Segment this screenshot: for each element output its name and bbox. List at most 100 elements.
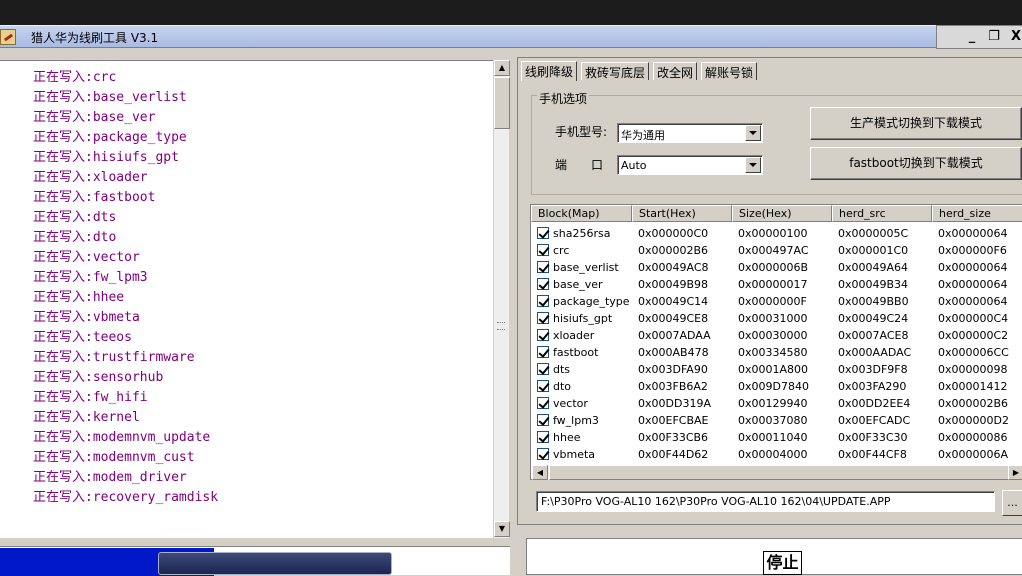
column-header-start[interactable]: Start(Hex)	[632, 205, 732, 222]
log-line: 正在写入:sensorhub	[33, 370, 164, 385]
cell-hsize: 0x00000064	[938, 278, 1008, 291]
table-row[interactable]: vbmeta 0x00F44D62 0x00004000 0x00F44CF8 0x00…	[531, 446, 1022, 463]
tab-full-network[interactable]: 改全网	[653, 62, 698, 80]
cell-name: xloader	[553, 329, 595, 342]
fastboot-to-download-button[interactable]: fastboot切换到下载模式	[810, 147, 1022, 180]
cell-start: 0x003DFA90	[638, 363, 708, 376]
cell-start: 0x000AB478	[638, 346, 709, 359]
table-row[interactable]: fastboot 0x000AB478 0x00334580 0x000AADAC 0x…	[531, 344, 1022, 361]
log-line: 正在写入:fw_lpm3	[33, 270, 148, 285]
log-line: 正在写入:kernel	[33, 410, 140, 425]
row-checkbox[interactable]	[537, 363, 549, 375]
table-row[interactable]: crc 0x000002B6 0x000497AC 0x000001C0 0x00000…	[531, 242, 1022, 259]
table-row[interactable]: fw_lpm3 0x00EFCBAE 0x00037080 0x00EFCADC 0x0…	[531, 412, 1022, 429]
cell-hsize: 0x000000C2	[938, 329, 1009, 342]
cell-start: 0x0007ADAA	[638, 329, 711, 342]
table-horizontal-scrollbar[interactable]: ◀ ▶	[532, 465, 1022, 480]
row-checkbox[interactable]	[537, 397, 549, 409]
scroll-left-icon[interactable]: ◀	[532, 465, 548, 480]
scroll-thumb[interactable]	[494, 77, 510, 129]
close-button[interactable]: X	[1007, 29, 1022, 45]
browse-button[interactable]: ...	[1002, 490, 1022, 516]
cell-name: hhee	[553, 431, 581, 444]
cell-size: 0x0001A800	[738, 363, 809, 376]
cell-start: 0x00049AC8	[638, 261, 709, 274]
log-line: 正在写入:dts	[33, 210, 117, 225]
chevron-down-icon[interactable]	[745, 157, 761, 173]
log-line: 正在写入:trustfirmware	[33, 350, 195, 365]
row-checkbox[interactable]	[537, 312, 549, 324]
row-checkbox[interactable]	[537, 448, 549, 460]
cell-size: 0x009D7840	[738, 380, 809, 393]
table-row[interactable]: dto 0x003FB6A2 0x009D7840 0x003FA290 0x00001…	[531, 378, 1022, 395]
column-header-size[interactable]: Size(Hex)	[732, 205, 832, 222]
log-line: 正在写入:dto	[33, 230, 117, 245]
chevron-down-icon[interactable]	[745, 125, 761, 141]
cell-name: dts	[553, 363, 571, 376]
cell-start: 0x000002B6	[638, 244, 709, 257]
cell-hsize: 0x000000D2	[938, 414, 1009, 427]
row-checkbox[interactable]	[537, 227, 549, 239]
table-row[interactable]: base_verlist 0x00049AC8 0x0000006B 0x00049A…	[531, 259, 1022, 276]
log-line: 正在写入:xloader	[33, 170, 148, 185]
row-checkbox[interactable]	[537, 329, 549, 341]
tab-account-unlock[interactable]: 解账号锁	[701, 62, 758, 80]
row-checkbox[interactable]	[537, 431, 549, 443]
cell-start: 0x00EFCBAE	[638, 414, 709, 427]
firmware-path-input[interactable]: F:\P30Pro VOG-AL10 162\P30Pro VOG-AL10 1…	[536, 491, 995, 512]
table-row[interactable]: hhee 0x00F33CB6 0x00011040 0x00F33C30 0x0000…	[531, 429, 1022, 446]
row-checkbox[interactable]	[537, 295, 549, 307]
cell-src: 0x00049C24	[838, 312, 909, 325]
row-checkbox[interactable]	[537, 278, 549, 290]
tab-unbrick[interactable]: 救砖写底层	[581, 62, 650, 80]
log-output[interactable]: 正在写入:crc 正在写入:base_verlist 正在写入:base_ver 正在…	[0, 60, 493, 538]
app-tool-icon	[0, 29, 16, 45]
table-row[interactable]: base_ver 0x00049B98 0x00000017 0x00049B34 0x…	[531, 276, 1022, 293]
row-checkbox[interactable]	[537, 380, 549, 392]
table-row[interactable]: sha256rsa 0x000000C0 0x00000100 0x0000005C 0…	[531, 225, 1022, 242]
resize-grip-icon[interactable]	[497, 322, 505, 330]
log-line: 正在写入:hhee	[33, 290, 125, 305]
column-header-herd-size[interactable]: herd_size	[932, 205, 1022, 222]
scroll-up-icon[interactable]: ▲	[494, 60, 510, 76]
port-select[interactable]: Auto	[617, 155, 763, 175]
cell-start: 0x00049CE8	[638, 312, 709, 325]
log-vertical-scrollbar[interactable]: ▲ ▼	[493, 60, 510, 538]
row-checkbox[interactable]	[537, 414, 549, 426]
scroll-down-icon[interactable]: ▼	[494, 521, 510, 537]
cell-src: 0x00F44CF8	[838, 448, 907, 461]
stop-button[interactable]: 停止	[763, 551, 802, 575]
cell-start: 0x00F44D62	[638, 448, 709, 461]
table-row[interactable]: vector 0x00DD319A 0x00129940 0x00DD2EE4 0x00…	[531, 395, 1022, 412]
cell-hsize: 0x00000098	[938, 363, 1008, 376]
cell-name: crc	[553, 244, 570, 257]
restore-button[interactable]: ❐	[985, 29, 1003, 45]
scroll-right-icon[interactable]: ▶	[1008, 465, 1022, 480]
log-line: 正在写入:vbmeta	[33, 310, 140, 325]
table-row[interactable]: hisiufs_gpt 0x00049CE8 0x00031000 0x00049C2…	[531, 310, 1022, 327]
table-row[interactable]: dts 0x003DFA90 0x0001A800 0x003DF9F8 0x00000…	[531, 361, 1022, 378]
table-row[interactable]: xloader 0x0007ADAA 0x00030000 0x0007ACE8 0x0…	[531, 327, 1022, 344]
row-checkbox[interactable]	[537, 261, 549, 273]
cell-name: fastboot	[553, 346, 599, 359]
model-select[interactable]: 华为通用	[617, 123, 763, 143]
log-line: 正在写入:crc	[33, 70, 117, 85]
row-checkbox[interactable]	[537, 346, 549, 358]
cell-name: dto	[553, 380, 572, 393]
minimize-button[interactable]: _	[963, 29, 981, 45]
cell-src: 0x00049BB0	[838, 295, 909, 308]
prod-to-download-button[interactable]: 生产模式切换到下载模式	[810, 107, 1022, 140]
column-header-block[interactable]: Block(Map)	[531, 205, 632, 222]
cell-name: hisiufs_gpt	[553, 312, 613, 325]
table-row[interactable]: package_type 0x00049C14 0x0000000F 0x00049B…	[531, 293, 1022, 310]
cell-name: vbmeta	[553, 448, 596, 461]
taskbar-preview	[158, 552, 392, 575]
cell-name: base_ver	[553, 278, 603, 291]
top-black-strip	[0, 0, 1022, 25]
cell-src: 0x00EFCADC	[838, 414, 911, 427]
tab-flash-downgrade[interactable]: 线刷降级	[521, 61, 578, 81]
port-label: 端 口	[555, 158, 604, 172]
horizontal-scroll-thumb[interactable]	[549, 465, 1009, 480]
row-checkbox[interactable]	[537, 244, 549, 256]
column-header-herd-src[interactable]: herd_src	[832, 205, 932, 222]
